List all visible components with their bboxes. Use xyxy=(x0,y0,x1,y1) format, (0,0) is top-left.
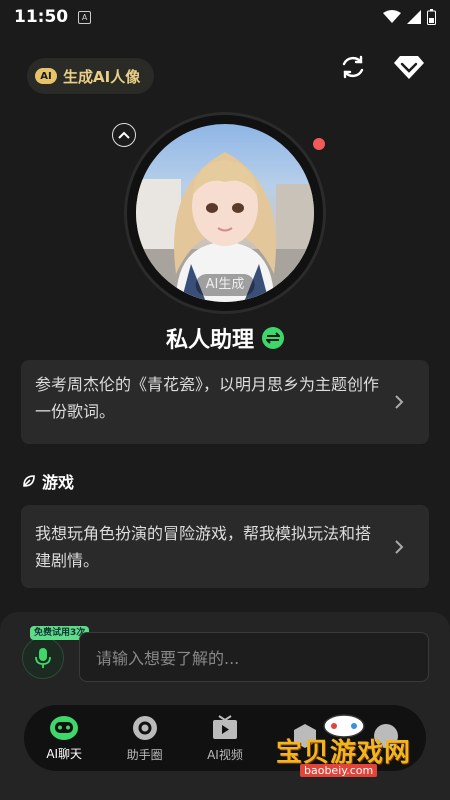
tab-label: 助手圈 xyxy=(126,747,163,762)
voice-input-button[interactable] xyxy=(22,637,64,679)
tab-assistant-circle[interactable]: 助手圈 xyxy=(109,714,181,763)
suggestion-card-lyrics[interactable]: 参考周杰伦的《青花瓷》，以明月思乡为主题创作一份歌词。 xyxy=(21,360,429,444)
assistant-avatar-frame[interactable]: AI生成 xyxy=(124,112,326,314)
leaf-icon xyxy=(23,475,35,487)
robot-icon xyxy=(50,715,79,740)
tab-ai-chat[interactable]: AI聊天 xyxy=(28,715,100,762)
suggestion-text: 参考周杰伦的《青花瓷》，以明月思乡为主题创作一份歌词。 xyxy=(35,375,380,421)
suggestion-text: 我想玩角色扮演的冒险游戏，帮我模拟玩法和搭建剧情。 xyxy=(35,523,372,570)
generate-ai-portrait-button[interactable]: AI 生成AI人像 xyxy=(27,58,155,94)
signal-icon xyxy=(407,10,421,24)
chevron-right-icon xyxy=(395,395,404,409)
section-title-games: 游戏 xyxy=(22,469,74,493)
suggestion-card-game[interactable]: 我想玩角色扮演的冒险游戏，帮我模拟玩法和搭建剧情。 xyxy=(21,505,429,588)
video-icon xyxy=(212,714,237,739)
chat-input-placeholder: 请输入想要了解的... xyxy=(96,649,240,668)
chevron-right-icon xyxy=(395,539,404,554)
notification-a-icon: A xyxy=(78,10,92,24)
collapse-button[interactable] xyxy=(112,123,136,147)
ai-badge-icon: AI xyxy=(35,68,57,84)
refresh-button[interactable] xyxy=(336,50,370,84)
switch-assistant-button[interactable] xyxy=(262,327,284,349)
ai-generated-tag: AI生成 xyxy=(195,274,255,296)
tab-ai-video[interactable]: AI视频 xyxy=(189,714,261,763)
generate-label: 生成AI人像 xyxy=(63,67,141,86)
assistant-name-row: 私人助理 xyxy=(0,322,450,354)
refresh-icon xyxy=(342,55,364,79)
microphone-icon xyxy=(35,648,51,668)
status-time: 11:50 xyxy=(14,7,69,27)
vip-diamond-button[interactable] xyxy=(392,50,426,84)
assistant-name: 私人助理 xyxy=(165,328,254,353)
diamond-icon xyxy=(394,56,424,79)
tab-label: AI聊天 xyxy=(46,746,83,761)
section-title-text: 游戏 xyxy=(42,473,75,492)
chevron-up-icon xyxy=(118,131,130,139)
notification-dot xyxy=(313,138,325,150)
assistant-avatar: AI生成 xyxy=(136,124,314,302)
wifi-icon xyxy=(383,10,401,23)
tab-label: AI视频 xyxy=(207,747,243,762)
battery-icon xyxy=(427,9,436,25)
status-bar: 11:50 A xyxy=(0,0,450,34)
watermark-url: baobeiy.com xyxy=(300,764,378,777)
chat-input[interactable]: 请输入想要了解的... xyxy=(79,632,429,682)
circle-icon xyxy=(132,715,157,740)
swap-icon xyxy=(266,332,280,344)
